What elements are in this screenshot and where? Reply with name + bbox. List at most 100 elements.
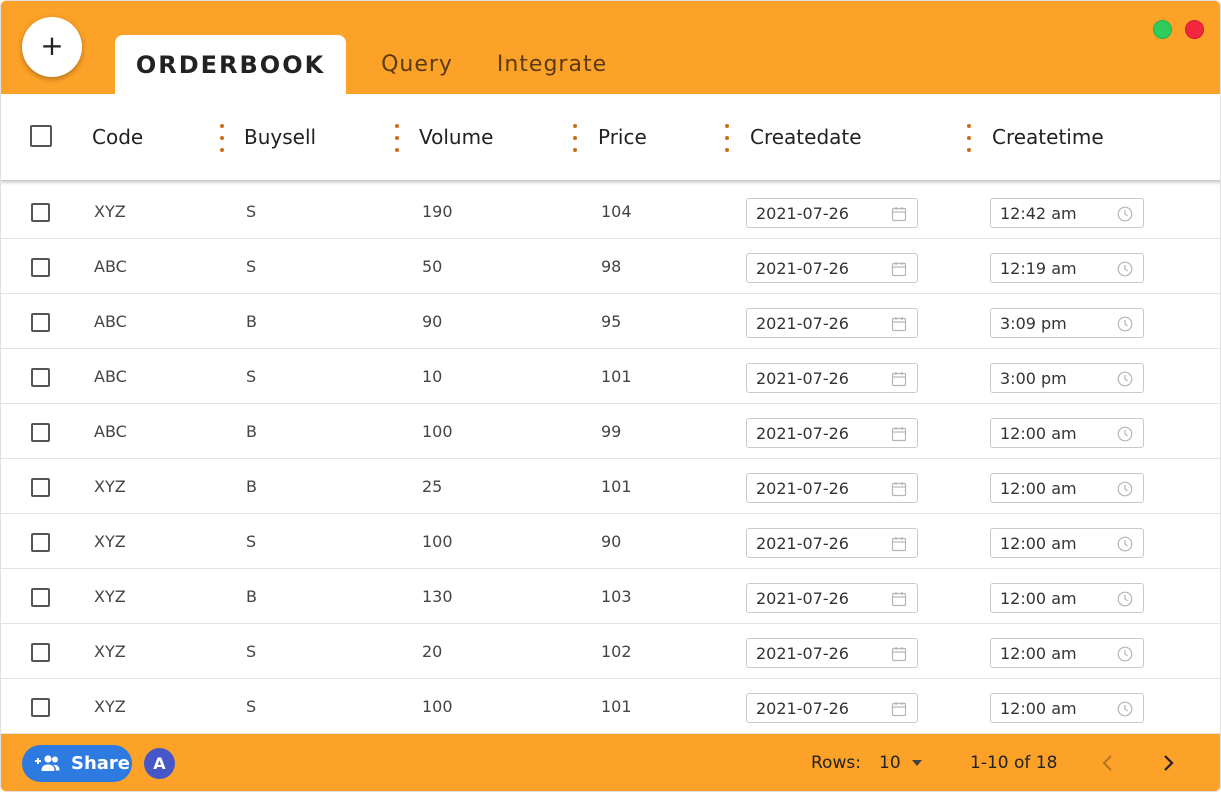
column-header-code[interactable]: Code bbox=[92, 94, 143, 180]
date-picker[interactable]: 2021-07-26 bbox=[746, 473, 918, 503]
rows-per-page-select[interactable]: 10 bbox=[879, 751, 927, 775]
calendar-icon bbox=[891, 647, 907, 662]
column-menu-icon[interactable] bbox=[572, 124, 578, 152]
window-maximize-button[interactable] bbox=[1153, 20, 1172, 39]
row-checkbox[interactable] bbox=[31, 698, 50, 717]
date-picker[interactable]: 2021-07-26 bbox=[746, 198, 918, 228]
cell-buysell: B bbox=[246, 311, 257, 331]
time-picker[interactable]: 12:00 am bbox=[990, 583, 1144, 613]
tab-integrate[interactable]: Integrate bbox=[493, 35, 611, 94]
cell-price: 98 bbox=[601, 256, 622, 276]
tab-query[interactable]: Query bbox=[371, 35, 463, 94]
table-row: XYZ S 100 90 2021-07-26 12:00 am bbox=[1, 514, 1220, 569]
table-row: ABC S 50 98 2021-07-26 12:19 am bbox=[1, 239, 1220, 294]
share-button[interactable]: Share bbox=[22, 745, 132, 782]
table-row: XYZ S 20 102 2021-07-26 12:00 am bbox=[1, 624, 1220, 679]
calendar-icon bbox=[891, 372, 907, 387]
column-menu-icon[interactable] bbox=[724, 124, 730, 152]
date-value: 2021-07-26 bbox=[756, 643, 849, 663]
select-all-checkbox[interactable] bbox=[30, 125, 52, 147]
clock-icon bbox=[1117, 426, 1133, 442]
date-value: 2021-07-26 bbox=[756, 478, 849, 498]
calendar-icon bbox=[891, 317, 907, 332]
clock-icon bbox=[1117, 701, 1133, 717]
date-picker[interactable]: 2021-07-26 bbox=[746, 528, 918, 558]
row-checkbox[interactable] bbox=[31, 203, 50, 222]
calendar-icon bbox=[891, 702, 907, 717]
tab-orderbook[interactable]: ORDERBOOK bbox=[115, 35, 346, 94]
column-header-price[interactable]: Price bbox=[598, 94, 647, 180]
row-checkbox[interactable] bbox=[31, 368, 50, 387]
cell-volume: 50 bbox=[422, 256, 443, 276]
cell-price: 90 bbox=[601, 531, 622, 551]
date-picker[interactable]: 2021-07-26 bbox=[746, 583, 918, 613]
time-picker[interactable]: 3:00 pm bbox=[990, 363, 1144, 393]
chevron-right-icon[interactable] bbox=[1156, 751, 1180, 775]
table-row: XYZ B 130 103 2021-07-26 12:00 am bbox=[1, 569, 1220, 624]
row-checkbox[interactable] bbox=[31, 588, 50, 607]
cell-volume: 20 bbox=[422, 641, 443, 661]
chevron-left-icon[interactable] bbox=[1096, 751, 1120, 775]
column-header-createdate[interactable]: Createdate bbox=[750, 94, 862, 180]
cell-code: ABC bbox=[94, 366, 127, 386]
cell-buysell: S bbox=[246, 366, 257, 386]
time-picker[interactable]: 12:00 am bbox=[990, 528, 1144, 558]
cell-code: XYZ bbox=[94, 696, 126, 716]
cell-volume: 190 bbox=[422, 201, 453, 221]
row-checkbox[interactable] bbox=[31, 313, 50, 332]
time-value: 12:00 am bbox=[1000, 533, 1077, 553]
time-picker[interactable]: 12:19 am bbox=[990, 253, 1144, 283]
date-picker[interactable]: 2021-07-26 bbox=[746, 418, 918, 448]
time-picker[interactable]: 12:00 am bbox=[990, 473, 1144, 503]
add-order-button[interactable]: + bbox=[22, 17, 82, 77]
avatar[interactable]: A bbox=[144, 748, 175, 779]
row-checkbox[interactable] bbox=[31, 258, 50, 277]
date-value: 2021-07-26 bbox=[756, 368, 849, 388]
cell-volume: 10 bbox=[422, 366, 443, 386]
column-header-volume[interactable]: Volume bbox=[419, 94, 493, 180]
cell-code: ABC bbox=[94, 421, 127, 441]
date-picker[interactable]: 2021-07-26 bbox=[746, 253, 918, 283]
clock-icon bbox=[1117, 646, 1133, 662]
date-value: 2021-07-26 bbox=[756, 423, 849, 443]
time-picker[interactable]: 12:00 am bbox=[990, 418, 1144, 448]
cell-code: ABC bbox=[94, 311, 127, 331]
cell-price: 104 bbox=[601, 201, 632, 221]
cell-buysell: B bbox=[246, 476, 257, 496]
time-value: 12:00 am bbox=[1000, 588, 1077, 608]
cell-price: 102 bbox=[601, 641, 632, 661]
cell-buysell: S bbox=[246, 531, 257, 551]
calendar-icon bbox=[891, 592, 907, 607]
date-picker[interactable]: 2021-07-26 bbox=[746, 638, 918, 668]
cell-buysell: S bbox=[246, 696, 257, 716]
row-checkbox[interactable] bbox=[31, 478, 50, 497]
cell-code: XYZ bbox=[94, 641, 126, 661]
row-checkbox[interactable] bbox=[31, 423, 50, 442]
row-checkbox[interactable] bbox=[31, 533, 50, 552]
cell-price: 99 bbox=[601, 421, 622, 441]
date-picker[interactable]: 2021-07-26 bbox=[746, 308, 918, 338]
time-value: 12:00 am bbox=[1000, 643, 1077, 663]
date-picker[interactable]: 2021-07-26 bbox=[746, 363, 918, 393]
cell-volume: 25 bbox=[422, 476, 443, 496]
time-picker[interactable]: 3:09 pm bbox=[990, 308, 1144, 338]
time-picker[interactable]: 12:42 am bbox=[990, 198, 1144, 228]
column-header-createtime[interactable]: Createtime bbox=[992, 94, 1104, 180]
time-value: 12:00 am bbox=[1000, 423, 1077, 443]
cell-volume: 90 bbox=[422, 311, 443, 331]
date-value: 2021-07-26 bbox=[756, 313, 849, 333]
caret-down-icon bbox=[912, 760, 922, 766]
time-picker[interactable]: 12:00 am bbox=[990, 638, 1144, 668]
column-menu-icon[interactable] bbox=[966, 124, 972, 152]
clock-icon bbox=[1117, 261, 1133, 277]
date-picker[interactable]: 2021-07-26 bbox=[746, 693, 918, 723]
column-menu-icon[interactable] bbox=[394, 124, 400, 152]
date-value: 2021-07-26 bbox=[756, 258, 849, 278]
time-picker[interactable]: 12:00 am bbox=[990, 693, 1144, 723]
window-close-button[interactable] bbox=[1185, 20, 1204, 39]
row-checkbox[interactable] bbox=[31, 643, 50, 662]
app-footer: Share A Rows: 10 1-10 of 18 bbox=[1, 734, 1220, 791]
column-menu-icon[interactable] bbox=[219, 124, 225, 152]
clock-icon bbox=[1117, 371, 1133, 387]
column-header-buysell[interactable]: Buysell bbox=[244, 94, 316, 180]
